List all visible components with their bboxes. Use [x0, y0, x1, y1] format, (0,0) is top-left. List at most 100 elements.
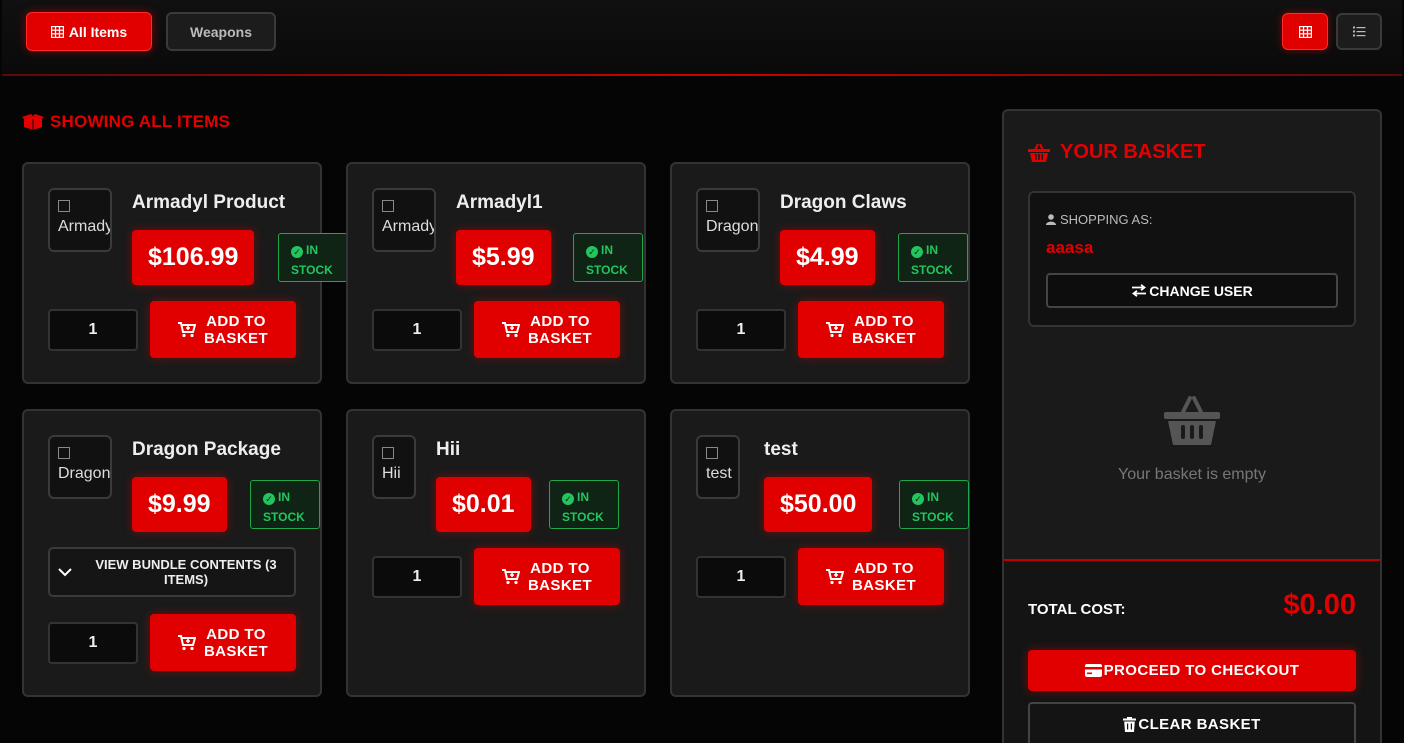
stock-line1: IN [577, 490, 589, 504]
stock-line2: STOCK [263, 510, 305, 524]
clear-basket-button[interactable]: CLEAR BASKET [1028, 702, 1356, 743]
broken-image-icon [382, 447, 394, 459]
add-to-basket-button[interactable]: ADD TO BASKET [798, 301, 944, 358]
basket-title: YOUR BASKET [1028, 141, 1206, 164]
category-weapons-label: Weapons [190, 23, 252, 40]
in-stock-badge: ✓ IN STOCK [549, 480, 619, 529]
stock-line2: STOCK [562, 510, 604, 524]
category-weapons-button[interactable]: Weapons [166, 12, 276, 51]
basket-title-label: YOUR BASKET [1060, 141, 1206, 163]
basket-panel: YOUR BASKET SHOPPING AS: aaasa CHANGE US… [1002, 109, 1382, 743]
product-image: Hii [372, 435, 416, 499]
check-circle-icon: ✓ [912, 493, 924, 505]
bundle-label-line1: VIEW BUNDLE CONTENTS (3 [95, 557, 277, 572]
stock-line2: STOCK [291, 263, 333, 277]
section-title: SHOWING ALL ITEMS [22, 112, 230, 132]
checkout-label: PROCEED TO CHECKOUT [1103, 662, 1300, 679]
product-image-alt: Armadyl [382, 218, 436, 235]
product-image-alt: Armadyl [58, 218, 112, 235]
stock-line1: IN [601, 243, 613, 257]
broken-image-icon [706, 200, 718, 212]
add-to-basket-label-line1: ADD TO [530, 559, 590, 577]
product-image: test [696, 435, 740, 499]
basket-footer: TOTAL COST: $0.00 PROCEED TO CHECKOUT CL… [1004, 559, 1380, 743]
cart-plus-icon [177, 321, 196, 337]
add-to-basket-label-line1: ADD TO [854, 312, 914, 330]
add-to-basket-button[interactable]: ADD TO BASKET [150, 301, 296, 358]
product-name: Armadyl1 [456, 192, 543, 213]
add-to-basket-label-line2: BASKET [851, 329, 917, 347]
check-circle-icon: ✓ [263, 493, 275, 505]
product-card: test test $50.00 ✓IN STOCK ADD TOBASKET [670, 409, 970, 697]
add-to-basket-button[interactable]: ADD TO BASKET [150, 614, 296, 671]
add-to-basket-label-line1: ADD TO [206, 312, 266, 330]
check-circle-icon: ✓ [562, 493, 574, 505]
empty-basket-icon [1164, 396, 1220, 445]
product-price: $5.99 [456, 230, 551, 285]
stock-line2: STOCK [911, 263, 953, 277]
view-bundle-contents-button[interactable]: VIEW BUNDLE CONTENTS (3 ITEMS) [48, 547, 296, 597]
clear-basket-label: CLEAR BASKET [1138, 716, 1261, 733]
in-stock-badge: ✓ IN STOCK [278, 233, 348, 282]
shopping-as-text: SHOPPING AS: [1060, 212, 1153, 227]
credit-card-icon [1084, 664, 1102, 677]
product-image-alt: test [706, 465, 732, 482]
stock-line1: IN [278, 490, 290, 504]
grid-icon [1298, 25, 1312, 38]
product-name: Dragon Claws [780, 192, 907, 213]
broken-image-icon [58, 447, 70, 459]
grid-view-button[interactable] [1282, 13, 1328, 50]
product-price: $50.00 [764, 477, 873, 532]
grid-icon [50, 25, 64, 38]
change-user-button[interactable]: CHANGE USER [1046, 273, 1338, 308]
add-to-basket-button[interactable]: ADD TO BASKET [474, 301, 620, 358]
broken-image-icon [706, 447, 718, 459]
product-image-alt: Dragon [706, 218, 759, 235]
proceed-to-checkout-button[interactable]: PROCEED TO CHECKOUT [1028, 650, 1356, 691]
in-stock-badge: ✓ IN STOCK [573, 233, 643, 282]
in-stock-badge: ✓ IN STOCK [899, 480, 969, 529]
cart-plus-icon [177, 634, 196, 650]
add-to-basket-label-line2: BASKET [527, 576, 593, 594]
quantity-input[interactable] [372, 556, 462, 598]
product-image: Armadyl [372, 188, 436, 252]
stock-line1: IN [927, 490, 939, 504]
stock-line2: STOCK [912, 510, 954, 524]
category-bar: All Items Weapons [2, 0, 1402, 76]
product-card: Armadyl Armadyl Product $106.99 ✓ IN STOCK… [22, 162, 348, 384]
quantity-input[interactable] [696, 556, 786, 598]
product-image-alt: Hii [382, 465, 401, 482]
chevron-down-icon [58, 567, 72, 576]
category-all-items-button[interactable]: All Items [26, 12, 152, 51]
stock-line1: IN [306, 243, 318, 257]
product-image: Dragon [696, 188, 760, 252]
broken-image-icon [382, 200, 394, 212]
box-open-icon [22, 114, 44, 130]
list-view-button[interactable] [1336, 13, 1382, 50]
product-card: Dragon Dragon Claws $4.99 ✓IN STOCK ADD T… [670, 162, 970, 384]
quantity-input[interactable] [696, 309, 786, 351]
product-image: Dragon [48, 435, 112, 499]
add-to-basket-label-line2: BASKET [527, 329, 593, 347]
username: aaasa [1046, 238, 1094, 257]
quantity-input[interactable] [48, 309, 138, 351]
list-icon [1352, 26, 1365, 37]
total-cost-value: $0.00 [1283, 589, 1356, 621]
quantity-input[interactable] [48, 622, 138, 664]
user-icon [1046, 214, 1056, 225]
empty-basket-message: Your basket is empty [1118, 466, 1266, 483]
change-user-label: CHANGE USER [1149, 282, 1253, 299]
product-image: Armadyl [48, 188, 112, 252]
check-circle-icon: ✓ [586, 246, 598, 258]
product-card: Dragon Dragon Package $9.99 ✓ IN STOCK VIE… [22, 409, 322, 697]
cart-plus-icon [825, 568, 844, 584]
broken-image-icon [58, 200, 70, 212]
add-to-basket-button[interactable]: ADD TO BASKET [474, 548, 620, 605]
cart-plus-icon [501, 321, 520, 337]
quantity-input[interactable] [372, 309, 462, 351]
in-stock-badge: ✓ IN STOCK [898, 233, 968, 282]
product-name: Dragon Package [132, 439, 281, 460]
user-info-box: SHOPPING AS: aaasa CHANGE USER [1028, 191, 1356, 327]
add-to-basket-button[interactable]: ADD TO BASKET [798, 548, 944, 605]
product-price: $4.99 [780, 230, 875, 285]
